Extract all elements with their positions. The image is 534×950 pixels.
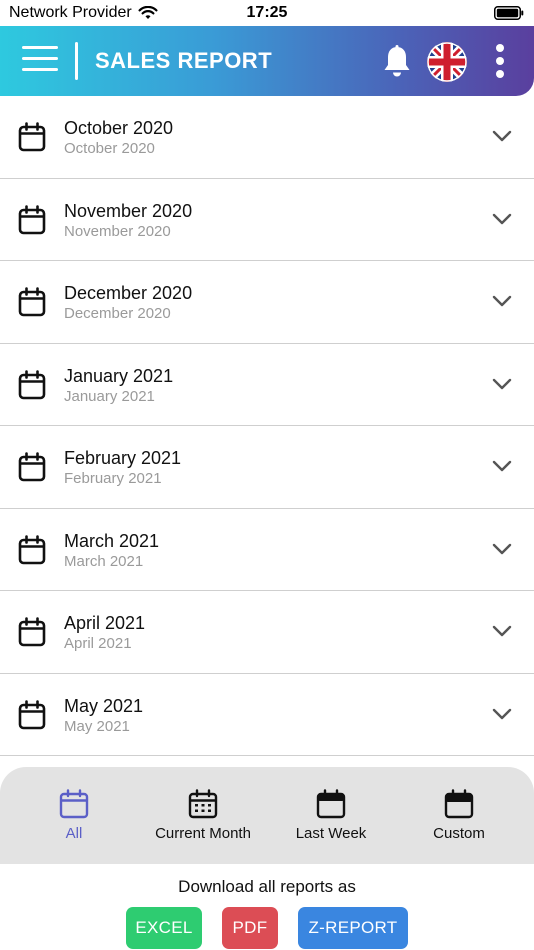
kebab-menu-icon[interactable] — [494, 44, 506, 80]
app-header: SALES REPORT — [0, 26, 534, 96]
calendar-icon — [18, 204, 46, 234]
calendar-grid-icon — [188, 789, 218, 819]
calendar-filled-icon — [316, 789, 346, 819]
uk-flag-icon[interactable] — [427, 42, 467, 82]
download-label: Download all reports as — [178, 877, 356, 896]
report-title: April 2021 — [64, 613, 146, 633]
calendar-icon — [18, 617, 46, 647]
chevron-down-icon[interactable] — [492, 212, 512, 226]
filter-label-last-week: Last Week — [295, 825, 367, 842]
report-subtitle: November 2020 — [64, 222, 171, 240]
calendar-icon — [18, 122, 46, 152]
z-report-button[interactable]: Z-REPORT — [298, 907, 408, 949]
report-subtitle: March 2021 — [64, 552, 144, 570]
report-title: January 2021 — [64, 365, 174, 386]
report-row[interactable]: February 2021 February 2021 — [0, 426, 534, 509]
chevron-down-icon[interactable] — [492, 459, 512, 473]
filter-tab-last-week[interactable]: Last Week — [266, 789, 396, 842]
report-subtitle: May 2021 — [64, 717, 130, 735]
chevron-down-icon[interactable] — [492, 294, 512, 308]
report-title: November 2020 — [64, 200, 193, 221]
calendar-icon — [18, 699, 46, 729]
bell-icon[interactable] — [382, 44, 412, 78]
report-subtitle: April 2021 — [64, 635, 132, 652]
filter-tab-current-month[interactable]: Current Month — [138, 789, 268, 842]
report-row[interactable]: March 2021 March 2021 — [0, 509, 534, 591]
report-row[interactable]: November 2020 November 2020 — [0, 179, 534, 261]
chevron-down-icon[interactable] — [492, 624, 512, 638]
report-title: May 2021 — [64, 695, 144, 716]
calendar-icon — [18, 369, 46, 399]
report-title: March 2021 — [64, 530, 160, 551]
pdf-button[interactable]: PDF — [222, 907, 278, 949]
report-row[interactable]: April 2021 April 2021 — [0, 591, 534, 674]
calendar-icon — [18, 534, 46, 564]
report-row[interactable]: January 2021 January 2021 — [0, 344, 534, 426]
chevron-down-icon[interactable] — [492, 377, 512, 391]
report-row[interactable]: May 2021 May 2021 — [0, 674, 534, 756]
page-title: SALES REPORT — [95, 48, 273, 73]
calendar-outline-icon — [59, 789, 89, 819]
report-subtitle: October 2020 — [64, 140, 155, 157]
hamburger-menu-icon[interactable] — [22, 46, 58, 76]
battery-icon — [494, 6, 524, 20]
filter-label-current-month: Current Month — [155, 825, 251, 842]
report-row[interactable]: December 2020 December 2020 — [0, 261, 534, 344]
report-subtitle: February 2021 — [64, 470, 162, 487]
calendar-icon — [18, 287, 46, 317]
report-list: October 2020 October 2020 November 2020 … — [0, 96, 534, 756]
report-title: October 2020 — [64, 118, 174, 138]
filter-label-all: All — [65, 825, 83, 842]
report-subtitle: January 2021 — [64, 387, 155, 405]
chevron-down-icon[interactable] — [492, 542, 512, 556]
chevron-down-icon[interactable] — [492, 707, 512, 721]
filter-bar: All Current Month Last Week Custom — [0, 767, 534, 864]
filter-tab-custom[interactable]: Custom — [394, 789, 524, 842]
report-row[interactable]: October 2020 October 2020 — [0, 96, 534, 179]
filter-label-custom: Custom — [433, 825, 485, 842]
chevron-down-icon[interactable] — [492, 129, 512, 143]
report-subtitle: December 2020 — [64, 305, 171, 322]
calendar-blank-icon — [444, 789, 474, 819]
calendar-icon — [18, 452, 46, 482]
report-title: December 2020 — [64, 283, 193, 303]
header-divider — [75, 42, 78, 80]
filter-tab-all[interactable]: All — [9, 789, 139, 842]
report-title: February 2021 — [64, 448, 182, 468]
status-time: 17:25 — [246, 4, 288, 21]
status-bar: Network Provider 17:25 — [0, 0, 534, 26]
excel-button[interactable]: EXCEL — [126, 907, 202, 949]
